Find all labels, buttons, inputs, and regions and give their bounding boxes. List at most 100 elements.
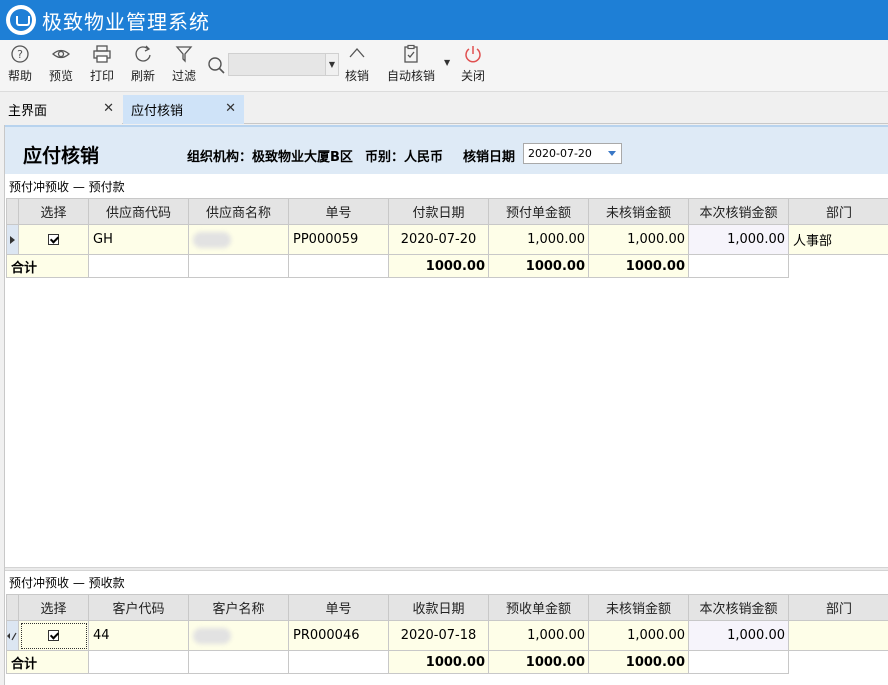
column-header[interactable]: 供应商名称 [188, 198, 289, 225]
print-button[interactable]: 打印 [90, 44, 114, 88]
column-header[interactable]: 部门 [788, 198, 888, 225]
total-prereceive-amount: 1000.00 [388, 650, 489, 674]
close-button[interactable]: 关闭 [461, 44, 485, 88]
this-verify-amount-cell[interactable]: 1,000.00 [688, 620, 789, 651]
customer-code-cell[interactable]: 44 [88, 620, 189, 651]
app-title: 极致物业管理系统 [42, 9, 210, 34]
row-indicator-header [6, 594, 19, 621]
table-header: 选择 客户代码 客户名称 单号 收款日期 预收单金额 未核销金额 本次核销金额 … [6, 594, 888, 621]
prereceive-amount-cell[interactable]: 1,000.00 [488, 620, 589, 651]
column-header[interactable]: 付款日期 [388, 198, 489, 225]
document-no-cell[interactable]: PP000059 [288, 224, 389, 255]
total-unverified-amount: 1000.00 [488, 650, 589, 674]
payment-date-cell[interactable]: 2020-07-20 [388, 224, 489, 255]
column-header[interactable]: 供应商代码 [88, 198, 189, 225]
power-icon [465, 46, 481, 63]
verify-label: 核销 [345, 69, 370, 83]
row-indicator [6, 620, 19, 651]
close-label: 关闭 [461, 69, 486, 83]
unverified-amount-cell[interactable]: 1,000.00 [588, 224, 689, 255]
column-header[interactable]: 本次核销金额 [688, 594, 789, 621]
receipt-date-cell[interactable]: 2020-07-18 [388, 620, 489, 651]
currency-info: 币别：人民币 [365, 150, 444, 165]
column-header[interactable]: 本次核销金额 [688, 198, 789, 225]
refresh-icon [135, 45, 151, 62]
table-row[interactable]: 44 PR000046 2020-07-18 1,000.00 1,000.00… [6, 620, 888, 651]
column-header[interactable]: 部门 [788, 594, 888, 621]
select-checkbox[interactable] [48, 234, 59, 245]
verify-button[interactable]: 核销 [345, 44, 369, 88]
total-this-verify-amount: 1000.00 [588, 254, 689, 278]
title-bar: 极致物业管理系统 [0, 0, 888, 40]
auto-verify-dropdown-icon[interactable]: ▼ [444, 58, 450, 67]
total-empty-cell [188, 254, 289, 278]
total-label: 合计 [6, 254, 89, 278]
column-header[interactable]: 收款日期 [388, 594, 489, 621]
org-info: 组织机构：极致物业大厦B区 [187, 150, 353, 165]
unverified-amount-cell[interactable]: 1,000.00 [588, 620, 689, 651]
row-indicator-header [6, 198, 19, 225]
table-row[interactable]: GH PP000059 2020-07-20 1,000.00 1,000.00… [6, 224, 888, 255]
column-header[interactable]: 客户名称 [188, 594, 289, 621]
refresh-button[interactable]: 刷新 [131, 44, 155, 88]
refresh-label: 刷新 [131, 69, 156, 83]
select-cell[interactable] [18, 224, 89, 255]
supplier-name-cell[interactable] [188, 224, 289, 255]
prepay-amount-cell[interactable]: 1,000.00 [488, 224, 589, 255]
header-panel: 应付核销 组织机构：极致物业大厦B区 币别：人民币 核销日期 2020-07-2… [5, 125, 888, 174]
help-icon: ? [11, 45, 29, 63]
verify-date-input[interactable]: 2020-07-20 [523, 143, 622, 164]
clipboard-check-icon [404, 44, 418, 63]
help-label: 帮助 [8, 69, 33, 83]
row-arrow-icon [10, 235, 15, 244]
select-cell[interactable] [18, 620, 89, 651]
column-header[interactable]: 单号 [288, 198, 389, 225]
document-no-cell[interactable]: PR000046 [288, 620, 389, 651]
total-unverified-amount: 1000.00 [488, 254, 589, 278]
department-cell[interactable] [788, 620, 888, 651]
search-dropdown-button[interactable]: ▼ [326, 53, 339, 76]
verify-date-value: 2020-07-20 [528, 147, 592, 160]
close-icon[interactable]: ✕ [225, 101, 236, 116]
toolbar: ? 帮助 预览 打印 刷新 过滤 ▼ 核销 自动核销 ▼ 关闭 [0, 40, 888, 92]
app-logo-icon [6, 5, 36, 35]
column-header[interactable]: 选择 [18, 198, 89, 225]
search-input[interactable] [228, 53, 326, 76]
tab-bar: 主界面 ✕ 应付核销 ✕ [0, 93, 888, 124]
row-indicator [6, 224, 19, 255]
close-icon[interactable]: ✕ [103, 101, 114, 116]
total-empty-cell [88, 650, 189, 674]
select-checkbox[interactable] [48, 630, 59, 641]
filter-icon [175, 46, 193, 63]
tab-payable-verify[interactable]: 应付核销 ✕ [123, 95, 244, 124]
search-icon [207, 56, 227, 76]
preview-button[interactable]: 预览 [49, 44, 73, 88]
column-header[interactable]: 未核销金额 [588, 198, 689, 225]
printer-icon [93, 45, 111, 63]
total-empty-cell [688, 650, 789, 674]
department-cell[interactable]: 人事部 [788, 224, 888, 255]
supplier-code-cell[interactable]: GH [88, 224, 189, 255]
tab-main-label: 主界面 [8, 104, 48, 119]
column-header[interactable]: 未核销金额 [588, 594, 689, 621]
this-verify-amount-cell[interactable]: 1,000.00 [688, 224, 789, 255]
column-header[interactable]: 选择 [18, 594, 89, 621]
total-label: 合计 [6, 650, 89, 674]
customer-name-cell[interactable] [188, 620, 289, 651]
tab-main[interactable]: 主界面 ✕ [0, 95, 122, 124]
column-header[interactable]: 客户代码 [88, 594, 189, 621]
panel-splitter[interactable] [5, 567, 888, 571]
redacted-text [193, 231, 231, 248]
chevron-up-icon [349, 48, 365, 58]
column-header[interactable]: 单号 [288, 594, 389, 621]
total-empty-cell [288, 254, 389, 278]
auto-verify-label: 自动核销 [387, 69, 436, 83]
date-dropdown-icon[interactable] [603, 144, 621, 163]
auto-verify-button[interactable]: 自动核销 [387, 44, 435, 88]
upper-section-label: 预付冲预收 — 预付款 [9, 180, 125, 194]
column-header[interactable]: 预付单金额 [488, 198, 589, 225]
column-header[interactable]: 预收单金额 [488, 594, 589, 621]
help-button[interactable]: ? 帮助 [8, 44, 32, 88]
redacted-text [193, 627, 231, 644]
filter-button[interactable]: 过滤 [172, 44, 196, 88]
